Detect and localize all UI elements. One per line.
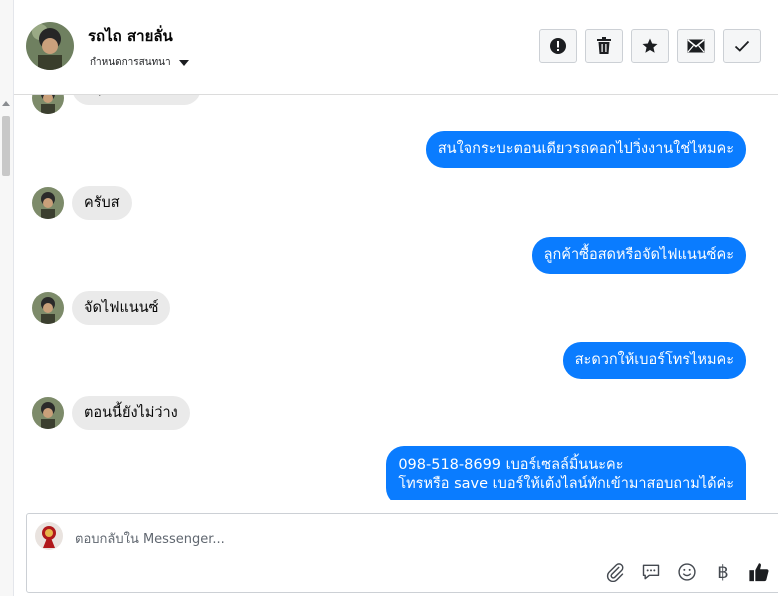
- outgoing-bubble-line: 098-518-8699 เบอร์เซลล์มิ้นนะคะ: [398, 457, 624, 473]
- outgoing-bubble: ลูกค้าซื้อสดหรือจัดไฟแนนซ์คะ: [531, 237, 746, 274]
- trash-icon: [597, 37, 611, 54]
- outgoing-bubble: สะดวกให้เบอร์โทรไหมคะ: [562, 342, 746, 379]
- reply-composer[interactable]: ตอบกลับใน Messenger... ฿: [26, 513, 778, 593]
- chevron-down-icon: [178, 59, 189, 66]
- contact-avatar: [32, 292, 64, 324]
- header-actions: [539, 29, 761, 63]
- mark-unread-button[interactable]: [677, 29, 715, 63]
- incoming-message: จัดไฟแนนซ์: [32, 291, 171, 325]
- message-thread: มีรุ่นไหนบ้างครับ สนใจกระบะตอนเดียวรถคอก…: [14, 80, 778, 500]
- star-icon: [642, 38, 658, 53]
- incoming-bubble: จัดไฟแนนซ์: [72, 291, 171, 325]
- incoming-message: ครับส: [32, 186, 132, 220]
- emoji-icon: [678, 563, 696, 581]
- like-button[interactable]: [747, 560, 771, 584]
- contact-profile-avatar[interactable]: [26, 22, 74, 70]
- incoming-bubble: ครับส: [72, 186, 132, 220]
- report-button[interactable]: [539, 29, 577, 63]
- paperclip-icon: [606, 563, 624, 582]
- mark-done-button[interactable]: [723, 29, 761, 63]
- scroll-thumb[interactable]: [2, 116, 10, 176]
- contact-avatar: [32, 187, 64, 219]
- report-icon: [550, 38, 566, 54]
- outgoing-bubble: 098-518-8699 เบอร์เซลล์มิ้นนะคะ โทรหรือ …: [386, 446, 746, 500]
- conversation-schedule-menu[interactable]: กำหนดการสนทนา: [90, 55, 189, 70]
- schedule-label: กำหนดการสนทนา: [90, 57, 171, 68]
- outgoing-bubble-line: โทรหรือ save เบอร์ให้เต้งไลน์ทักเข้ามาสอ…: [398, 476, 734, 492]
- speech-bubble-icon: [642, 564, 660, 580]
- left-scrollbar[interactable]: [0, 0, 14, 596]
- page-avatar: [35, 522, 63, 550]
- incoming-bubble: ตอนนี้ยังไม่ว่าง: [72, 396, 190, 430]
- message-input[interactable]: ตอบกลับใน Messenger...: [75, 528, 225, 549]
- delete-button[interactable]: [585, 29, 623, 63]
- contact-name: รถไถ สายลั่น: [88, 27, 173, 45]
- incoming-message: ตอนนี้ยังไม่ว่าง: [32, 396, 190, 430]
- emoji-button[interactable]: [675, 560, 699, 584]
- scroll-up-arrow-icon[interactable]: [2, 101, 10, 106]
- outgoing-bubble: สนใจกระบะตอนเดียวรถคอกไปวิ่งงานใช่ไหมคะ: [425, 131, 746, 168]
- mail-icon: [687, 39, 705, 53]
- contact-avatar: [32, 397, 64, 429]
- star-button[interactable]: [631, 29, 669, 63]
- attach-file-button[interactable]: [603, 560, 627, 584]
- payment-button[interactable]: ฿: [711, 560, 735, 584]
- thumbs-up-icon: [749, 563, 769, 582]
- conversation-header: รถไถ สายลั่น กำหนดการสนทนา: [14, 0, 778, 95]
- check-icon: [734, 40, 750, 52]
- composer-tools: ฿: [603, 560, 771, 584]
- saved-replies-button[interactable]: [639, 560, 663, 584]
